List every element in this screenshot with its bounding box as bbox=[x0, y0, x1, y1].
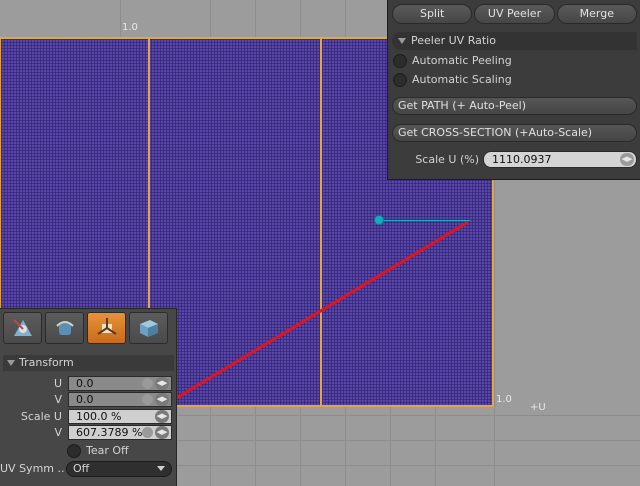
scale-u-label: Scale U bbox=[20, 410, 62, 423]
v-value: 0.0 bbox=[76, 393, 94, 406]
uv-seam bbox=[320, 37, 322, 407]
get-cross-section-button[interactable]: Get CROSS-SECTION (+Auto-Scale) bbox=[392, 124, 637, 142]
collapse-triangle-icon bbox=[398, 38, 406, 44]
auto-peeling-row[interactable]: Automatic Peeling bbox=[393, 53, 512, 69]
scale-u-input[interactable]: 1110.0937 ◀▶ bbox=[483, 151, 637, 168]
u-label: U bbox=[53, 377, 62, 390]
split-button[interactable]: Split bbox=[392, 4, 473, 24]
transform-title: Transform bbox=[19, 356, 74, 369]
collapse-triangle-icon bbox=[7, 360, 15, 366]
tick-label-right: 1.0 bbox=[496, 394, 512, 405]
uv-symmetry-label: UV Symm ... bbox=[0, 462, 64, 475]
scale-u-label: Scale U (%) bbox=[415, 153, 479, 166]
rotate-tool-icon[interactable] bbox=[45, 312, 84, 344]
scale-u-input[interactable]: 100.0 % ◀▶ bbox=[68, 409, 172, 424]
merge-button[interactable]: Merge bbox=[556, 4, 637, 24]
u-value: 0.0 bbox=[76, 377, 94, 390]
auto-scaling-checkbox[interactable] bbox=[393, 73, 407, 87]
scale-v-input[interactable]: 607.3789 % ◀▶ bbox=[68, 425, 172, 440]
spin-arrows-icon[interactable]: ◀▶ bbox=[155, 393, 169, 406]
auto-scaling-row[interactable]: Automatic Scaling bbox=[393, 72, 512, 88]
scale-u-row: Scale U (%) 1110.0937 ◀▶ bbox=[392, 151, 637, 169]
uv-peeler-button[interactable]: UV Peeler bbox=[474, 4, 555, 24]
transform-tool-icon[interactable] bbox=[87, 312, 126, 344]
chevron-down-icon bbox=[157, 466, 165, 471]
tear-off-row[interactable]: Tear Off bbox=[67, 443, 129, 459]
tick-label-top: 1.0 bbox=[122, 22, 138, 33]
auto-scaling-label: Automatic Scaling bbox=[412, 73, 512, 86]
transform-section-header[interactable]: Transform bbox=[3, 355, 174, 371]
tool-icon-row bbox=[3, 312, 168, 346]
peeler-uv-ratio-header[interactable]: Peeler UV Ratio bbox=[392, 32, 637, 50]
get-path-button[interactable]: Get PATH (+ Auto-Peel) bbox=[392, 97, 637, 115]
peeler-button-row: Split UV Peeler Merge bbox=[392, 4, 637, 24]
auto-peeling-checkbox[interactable] bbox=[393, 54, 407, 68]
move-tool-icon[interactable] bbox=[3, 312, 42, 344]
pin-handle-line bbox=[380, 220, 470, 221]
uv-symmetry-select[interactable]: Off bbox=[66, 461, 172, 477]
link-icon[interactable] bbox=[142, 394, 153, 405]
uv-symmetry-value: Off bbox=[73, 462, 90, 475]
spin-arrows-icon[interactable]: ◀▶ bbox=[155, 426, 169, 439]
tear-off-checkbox[interactable] bbox=[67, 444, 81, 458]
pin-handle[interactable] bbox=[374, 215, 384, 225]
scale-v-value: 607.3789 % bbox=[76, 426, 143, 439]
spin-arrows-icon[interactable]: ◀▶ bbox=[155, 377, 169, 390]
scale-u-value: 1110.0937 bbox=[492, 153, 552, 166]
u-input[interactable]: 0.0 ◀▶ bbox=[68, 376, 172, 391]
spin-arrows-icon[interactable]: ◀▶ bbox=[620, 153, 634, 166]
tear-off-label: Tear Off bbox=[86, 444, 129, 457]
spin-arrows-icon[interactable]: ◀▶ bbox=[155, 410, 169, 423]
v-input[interactable]: 0.0 ◀▶ bbox=[68, 392, 172, 407]
scale-u-value: 100.0 % bbox=[76, 410, 122, 423]
axis-u-label: +U bbox=[530, 402, 546, 413]
uv-peeler-panel: Split UV Peeler Merge Peeler UV Ratio Au… bbox=[387, 0, 640, 180]
v-label: V bbox=[54, 393, 62, 406]
scale-tool-icon[interactable] bbox=[129, 312, 168, 344]
link-icon[interactable] bbox=[142, 378, 153, 389]
section-title: Peeler UV Ratio bbox=[411, 34, 496, 47]
auto-peeling-label: Automatic Peeling bbox=[412, 54, 512, 67]
tool-properties-panel: Transform U 0.0 ◀▶ V 0.0 ◀▶ Scale U 100.… bbox=[0, 308, 177, 486]
link-icon[interactable] bbox=[142, 427, 153, 438]
scale-v-label: V bbox=[54, 426, 62, 439]
